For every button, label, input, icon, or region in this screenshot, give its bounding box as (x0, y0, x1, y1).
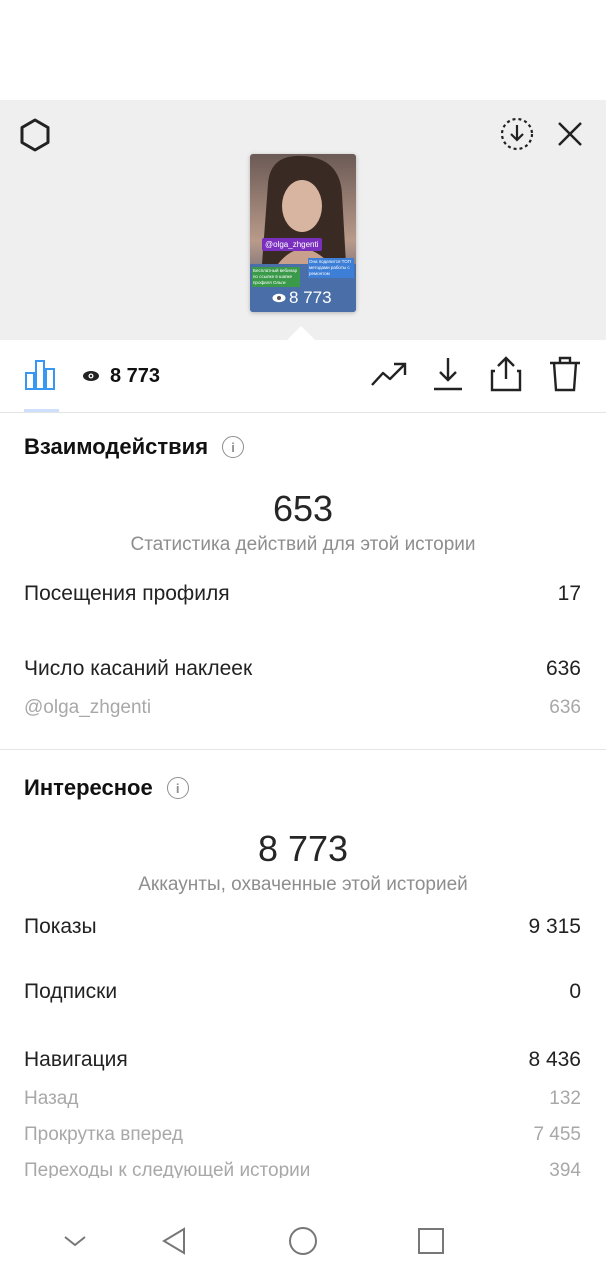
stat-subrow-next-story-clip: Переходы к следующей истории 394 (0, 1158, 606, 1178)
gear-icon (17, 117, 53, 158)
story-thumbnail[interactable]: @olga_zhgenti Бесплатный вебинар по ссыл… (250, 154, 356, 312)
thumbnail-pointer (287, 326, 315, 340)
thumbnail-text-sticker-right: Она поделится ТОП методами работы с ремо… (308, 258, 354, 278)
bar-chart-icon (23, 356, 59, 397)
promote-button[interactable] (369, 356, 409, 396)
settings-button[interactable] (15, 117, 55, 157)
stat-subrow-forward: Прокрутка вперед 7 455 (24, 1124, 581, 1145)
chevron-down-icon (62, 1233, 88, 1254)
stat-subrow-next-story: Переходы к следующей истории 394 (24, 1160, 581, 1178)
back-triangle-icon (160, 1226, 188, 1261)
home-circle-icon (288, 1226, 318, 1261)
eye-icon (272, 288, 286, 308)
views-count: 8 773 (110, 365, 161, 387)
views-counter: 8 773 (82, 365, 160, 388)
stat-row-sticker-taps: Число касаний наклеек 636 (24, 657, 581, 680)
interactions-caption: Статистика действий для этой истории (130, 534, 476, 555)
nav-back-button[interactable] (152, 1221, 196, 1265)
stat-subrow-mention: @olga_zhgenti 636 (24, 697, 581, 718)
stat-row-follows: Подписки 0 (24, 980, 581, 1003)
interactions-total: 653 (272, 488, 334, 529)
download-story-button[interactable] (497, 116, 537, 156)
trash-icon (548, 355, 582, 398)
share-icon (489, 355, 523, 398)
thumbnail-mention-sticker: @olga_zhgenti (262, 238, 322, 251)
download-icon (431, 356, 465, 397)
discovery-section-title: Интересное i (24, 775, 189, 801)
discovery-total: 8 773 (257, 828, 349, 869)
trend-icon (370, 359, 408, 394)
nav-home-button[interactable] (281, 1221, 325, 1265)
thumbnail-view-count: 8 773 (272, 288, 332, 308)
discovery-caption: Аккаунты, охваченные этой историей (138, 874, 468, 895)
nav-recents-button[interactable] (409, 1221, 453, 1265)
save-button[interactable] (428, 356, 468, 396)
insights-tab[interactable] (21, 356, 61, 396)
recents-square-icon (417, 1227, 445, 1260)
stat-row-navigation: Навигация 8 436 (24, 1048, 581, 1071)
stat-row-impressions: Показы 9 315 (24, 915, 581, 938)
close-icon (555, 119, 585, 154)
eye-icon (82, 365, 100, 388)
thumbnail-text-sticker-left: Бесплатный вебинар по ссылке в шапке про… (252, 267, 300, 287)
info-icon[interactable]: i (166, 777, 189, 799)
info-icon[interactable]: i (222, 436, 245, 458)
section-divider (0, 749, 606, 750)
stat-subrow-back: Назад 132 (24, 1088, 581, 1109)
delete-button[interactable] (545, 356, 585, 396)
nav-collapse-button[interactable] (53, 1221, 97, 1265)
share-button[interactable] (486, 355, 526, 398)
stat-row-profile-visits: Посещения профиля 17 (24, 582, 581, 605)
active-tab-indicator (24, 409, 59, 412)
download-circle-icon (498, 115, 536, 158)
interactions-section-title: Взаимодействия i (24, 434, 245, 460)
close-button[interactable] (550, 116, 590, 156)
